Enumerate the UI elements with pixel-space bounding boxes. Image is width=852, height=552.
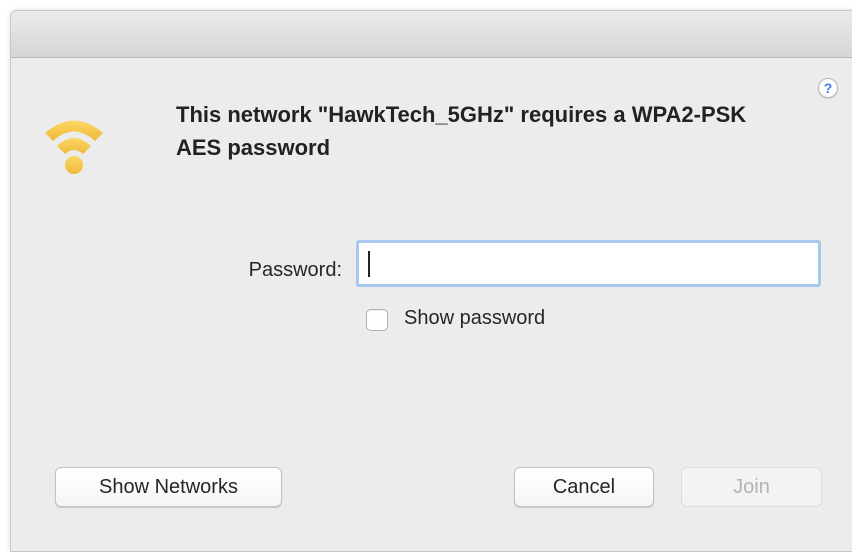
password-field[interactable]	[356, 240, 821, 287]
title-bar[interactable]	[11, 11, 852, 58]
show-networks-button[interactable]: Show Networks	[55, 467, 282, 507]
wifi-icon	[45, 120, 103, 174]
show-password-label[interactable]: Show password	[404, 307, 545, 330]
text-caret	[368, 251, 370, 277]
help-icon[interactable]: ?	[818, 78, 838, 98]
show-password-checkbox[interactable]	[366, 309, 388, 331]
network-message: This network "HawkTech_5GHz" requires a …	[176, 102, 747, 160]
cancel-button[interactable]: Cancel	[514, 467, 654, 507]
help-label: ?	[823, 80, 833, 96]
password-label: Password:	[248, 259, 342, 281]
join-network-dialog: ? This network "HawkTech_5GHz" requires …	[10, 10, 852, 552]
join-button[interactable]: Join	[681, 467, 822, 507]
